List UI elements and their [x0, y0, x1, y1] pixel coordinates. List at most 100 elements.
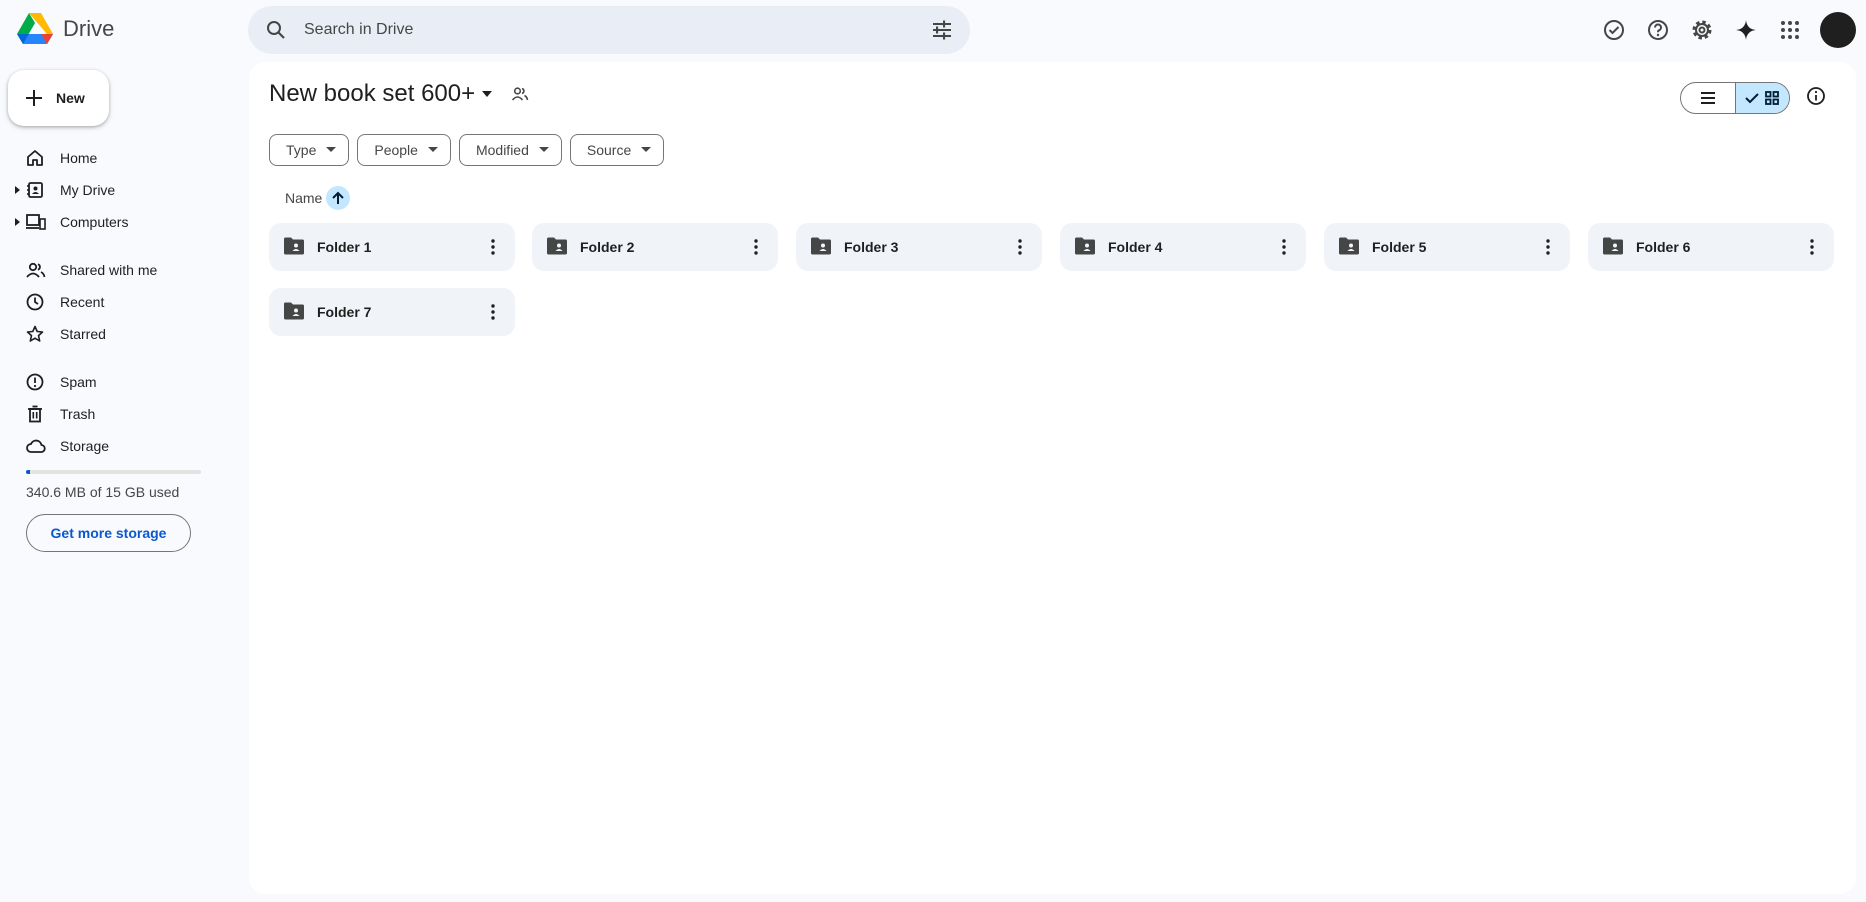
- sidebar-item-label: Computers: [60, 214, 129, 230]
- filter-source-chip[interactable]: Source: [569, 134, 665, 166]
- folder-card[interactable]: Folder 7: [269, 288, 515, 336]
- header-actions: [1592, 12, 1856, 48]
- search-options-icon[interactable]: [930, 18, 954, 42]
- chip-label: People: [374, 142, 418, 158]
- search-icon[interactable]: [264, 18, 288, 42]
- spam-icon: [26, 373, 44, 391]
- offline-status-icon[interactable]: [1592, 12, 1636, 48]
- list-view-button[interactable]: [1681, 83, 1735, 113]
- chip-label: Type: [286, 142, 317, 158]
- shared-folder-people-icon[interactable]: [511, 86, 529, 102]
- shared-folder-icon: [1074, 237, 1096, 255]
- settings-icon[interactable]: [1680, 12, 1724, 48]
- folder-name: Folder 1: [317, 239, 372, 255]
- shared-folder-icon: [546, 237, 568, 255]
- chevron-down-icon: [538, 147, 549, 152]
- folder-card[interactable]: Folder 4: [1060, 223, 1306, 271]
- more-options-icon[interactable]: [1006, 233, 1034, 261]
- sidebar-item-trash[interactable]: Trash: [0, 399, 220, 429]
- chevron-down-icon: [427, 147, 438, 152]
- app-name: Drive: [63, 16, 115, 41]
- folder-name: Folder 5: [1372, 239, 1427, 255]
- shared-folder-icon: [283, 237, 305, 255]
- chip-label: Modified: [475, 142, 529, 158]
- page-title[interactable]: New book set 600+: [269, 80, 475, 108]
- clock-icon: [26, 293, 44, 311]
- more-options-icon[interactable]: [1270, 233, 1298, 261]
- main-content: New book set 600+ Type People Modified S…: [249, 62, 1856, 894]
- search-bar[interactable]: [248, 6, 970, 54]
- home-icon: [26, 149, 44, 167]
- filter-modified-chip[interactable]: Modified: [458, 134, 562, 166]
- shared-folder-icon: [283, 302, 305, 320]
- folder-name: Folder 4: [1108, 239, 1163, 255]
- sort-header: Name: [285, 186, 351, 210]
- new-button[interactable]: New: [8, 70, 109, 126]
- filter-chips: Type People Modified Source: [269, 134, 672, 166]
- sidebar-item-label: Storage: [60, 438, 110, 454]
- grid-view-button[interactable]: [1734, 83, 1789, 113]
- folder-name: Folder 3: [844, 239, 899, 255]
- arrow-up-icon: [332, 191, 345, 204]
- folder-title-row: New book set 600+: [269, 80, 529, 108]
- expand-arrow-icon[interactable]: [15, 186, 21, 194]
- sidebar-item-starred[interactable]: Starred: [0, 319, 220, 349]
- folder-name: Folder 7: [317, 304, 372, 320]
- list-view-icon: [1700, 92, 1715, 104]
- plus-icon: [24, 88, 44, 108]
- computers-icon: [26, 213, 46, 231]
- more-options-icon[interactable]: [479, 298, 507, 326]
- more-options-icon[interactable]: [742, 233, 770, 261]
- chip-label: Source: [586, 142, 632, 158]
- folder-name: Folder 2: [580, 239, 635, 255]
- drive-logo-icon: [17, 13, 53, 44]
- new-button-label: New: [56, 90, 85, 106]
- sort-by-name[interactable]: Name: [285, 190, 322, 206]
- sidebar-item-spam[interactable]: Spam: [0, 367, 220, 397]
- sidebar-item-shared-with-me[interactable]: Shared with me: [0, 255, 220, 285]
- more-options-icon[interactable]: [1798, 233, 1826, 261]
- shared-folder-icon: [1338, 237, 1360, 255]
- sidebar-item-my-drive[interactable]: My Drive: [0, 175, 220, 205]
- help-icon[interactable]: [1636, 12, 1680, 48]
- folder-card[interactable]: Folder 1: [269, 223, 515, 271]
- expand-arrow-icon[interactable]: [15, 218, 21, 226]
- sidebar-item-computers[interactable]: Computers: [0, 207, 220, 237]
- storage-usage-text: 340.6 MB of 15 GB used: [26, 484, 180, 500]
- search-input[interactable]: [304, 6, 864, 54]
- folder-card[interactable]: Folder 6: [1588, 223, 1834, 271]
- sidebar-item-label: Shared with me: [60, 262, 158, 278]
- apps-grid-icon[interactable]: [1768, 12, 1812, 48]
- shared-folder-icon: [1602, 237, 1624, 255]
- get-more-storage-button[interactable]: Get more storage: [26, 514, 191, 552]
- info-icon[interactable]: [1806, 86, 1826, 106]
- storage-progress-fill: [26, 470, 30, 474]
- filter-type-chip[interactable]: Type: [269, 134, 350, 166]
- shared-people-icon: [26, 261, 46, 279]
- sort-direction-button[interactable]: [326, 186, 351, 210]
- shared-folder-icon: [810, 237, 832, 255]
- drive-logo[interactable]: Drive: [17, 13, 114, 45]
- chevron-down-icon: [641, 147, 652, 152]
- my-drive-icon: [26, 181, 44, 199]
- account-avatar[interactable]: [1820, 12, 1856, 48]
- sidebar-item-recent[interactable]: Recent: [0, 287, 220, 317]
- trash-icon: [26, 405, 44, 423]
- folder-card[interactable]: Folder 5: [1324, 223, 1570, 271]
- sidebar-item-home[interactable]: Home: [0, 143, 220, 173]
- more-options-icon[interactable]: [479, 233, 507, 261]
- sidebar-item-label: Starred: [60, 326, 106, 342]
- more-options-icon[interactable]: [1534, 233, 1562, 261]
- folder-card[interactable]: Folder 3: [796, 223, 1042, 271]
- folder-card[interactable]: Folder 2: [532, 223, 778, 271]
- chevron-down-icon: [326, 147, 337, 152]
- title-dropdown-icon[interactable]: [481, 90, 493, 98]
- sidebar-item-label: Recent: [60, 294, 105, 310]
- grid-view-icon: [1765, 91, 1780, 105]
- cloud-icon: [26, 437, 46, 455]
- gemini-spark-icon[interactable]: [1724, 12, 1768, 48]
- sidebar-item-storage[interactable]: Storage: [0, 431, 220, 461]
- filter-people-chip[interactable]: People: [357, 134, 451, 166]
- star-icon: [26, 325, 44, 343]
- sidebar-item-label: Trash: [60, 406, 96, 422]
